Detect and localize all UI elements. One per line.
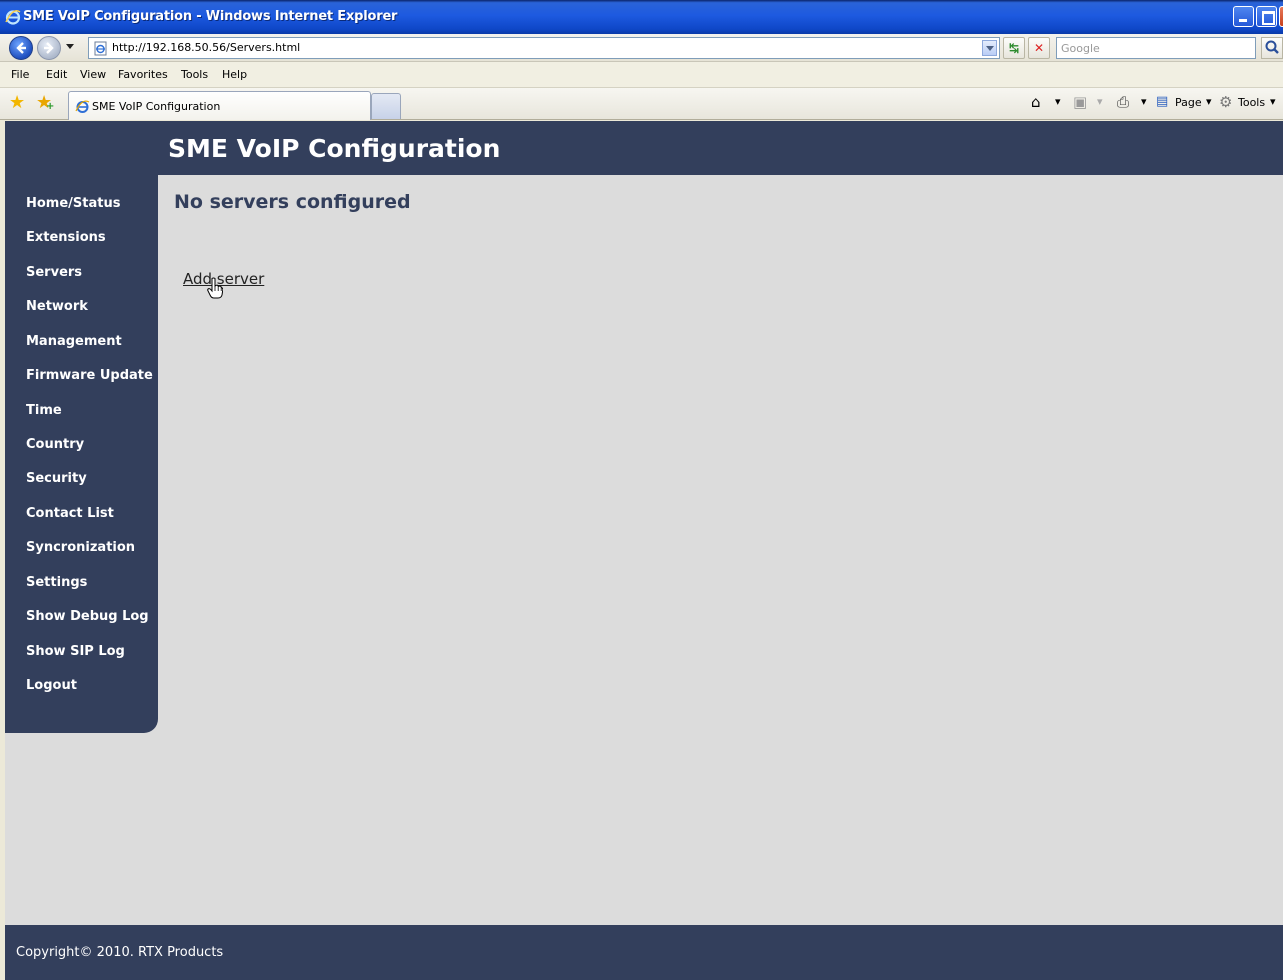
menu-favorites[interactable]: Favorites — [118, 68, 168, 81]
tab-ie-icon — [75, 100, 90, 113]
tools-gear-icon: ⚙ — [1219, 93, 1233, 111]
nav-extensions[interactable]: Extensions — [26, 230, 106, 245]
hand-pointer-cursor-icon — [207, 277, 223, 299]
address-dropdown-button[interactable] — [982, 40, 997, 56]
url-text: http://192.168.50.56/Servers.html — [112, 41, 301, 54]
nav-show-debug-log[interactable]: Show Debug Log — [26, 609, 149, 624]
close-button[interactable] — [1279, 6, 1283, 27]
search-input[interactable]: Google — [1056, 37, 1256, 59]
favorites-center-icon[interactable]: ★ — [9, 94, 25, 112]
nav-security[interactable]: Security — [26, 471, 87, 486]
nav-servers[interactable]: Servers — [26, 265, 82, 280]
home-icon[interactable]: ⌂ — [1031, 94, 1041, 110]
menu-bar: File Edit View Favorites Tools Help — [0, 62, 1283, 88]
menu-view[interactable]: View — [80, 68, 106, 81]
tools-dropdown-icon[interactable]: ▾ — [1270, 95, 1276, 108]
copyright-text: Copyright© 2010. RTX Products — [16, 945, 224, 960]
tab-bar: ★ ★ + SME VoIP Configuration ⌂ ▾ ▣ ▾ ⎙ ▾ … — [0, 88, 1283, 120]
menu-edit[interactable]: Edit — [46, 68, 67, 81]
menu-tools[interactable]: Tools — [181, 68, 208, 81]
recent-pages-dropdown[interactable] — [66, 44, 74, 49]
tab-active[interactable]: SME VoIP Configuration — [68, 91, 371, 120]
menu-help[interactable]: Help — [222, 68, 247, 81]
feeds-dropdown-icon[interactable]: ▾ — [1097, 95, 1103, 108]
print-icon[interactable]: ⎙ — [1117, 94, 1129, 110]
tab-label: SME VoIP Configuration — [92, 100, 221, 113]
browser-window: SME VoIP Configuration - Windows Interne… — [0, 0, 1283, 980]
search-placeholder: Google — [1061, 42, 1100, 55]
page-header: SME VoIP Configuration — [5, 121, 1283, 175]
stop-button[interactable]: ✕ — [1028, 37, 1050, 59]
search-button[interactable] — [1261, 37, 1283, 59]
back-button[interactable] — [9, 36, 33, 60]
minimize-button[interactable] — [1233, 6, 1254, 27]
nav-country[interactable]: Country — [26, 437, 84, 452]
print-dropdown-icon[interactable]: ▾ — [1141, 95, 1147, 108]
nav-time[interactable]: Time — [26, 403, 62, 418]
nav-contact-list[interactable]: Contact List — [26, 506, 114, 521]
address-toolbar: http://192.168.50.56/Servers.html ↹ ✕ Go… — [0, 34, 1283, 62]
feeds-icon[interactable]: ▣ — [1073, 94, 1087, 110]
ie-logo-icon — [5, 10, 21, 25]
page-menu-icon: ▤ — [1156, 94, 1169, 109]
magnifier-icon — [1265, 40, 1279, 54]
nav-management[interactable]: Management — [26, 334, 122, 349]
nav-home-status[interactable]: Home/Status — [26, 196, 120, 211]
page-heading: No servers configured — [174, 191, 411, 213]
title-bar: SME VoIP Configuration - Windows Interne… — [0, 0, 1283, 34]
nav-network[interactable]: Network — [26, 299, 88, 314]
forward-arrow-icon — [44, 42, 54, 54]
nav-settings[interactable]: Settings — [26, 575, 87, 590]
refresh-icon: ↹ — [1008, 41, 1020, 55]
forward-button[interactable] — [37, 36, 61, 60]
stop-icon: ✕ — [1033, 41, 1045, 55]
page-dropdown-icon[interactable]: ▾ — [1206, 95, 1212, 108]
nav-syncronization[interactable]: Syncronization — [26, 540, 135, 555]
add-server-link[interactable]: Add server — [183, 270, 264, 288]
sidebar-nav: Home/Status Extensions Servers Network M… — [5, 175, 158, 733]
page-footer: Copyright© 2010. RTX Products — [5, 925, 1283, 980]
home-dropdown-icon[interactable]: ▾ — [1055, 95, 1061, 108]
tools-menu-button[interactable]: Tools — [1238, 96, 1265, 109]
app-title: SME VoIP Configuration — [168, 134, 501, 163]
page-viewport: SME VoIP Configuration Home/Status Exten… — [5, 121, 1283, 980]
menu-file[interactable]: File — [11, 68, 29, 81]
add-favorites-icon[interactable]: ★ + — [36, 94, 54, 113]
back-arrow-icon — [16, 42, 26, 54]
page-icon — [94, 41, 107, 56]
restore-button[interactable] — [1256, 6, 1277, 27]
address-bar[interactable]: http://192.168.50.56/Servers.html — [88, 37, 1000, 59]
nav-show-sip-log[interactable]: Show SIP Log — [26, 644, 125, 659]
window-title: SME VoIP Configuration - Windows Interne… — [23, 9, 398, 24]
new-tab-button[interactable] — [371, 93, 401, 119]
refresh-button[interactable]: ↹ — [1003, 37, 1025, 59]
page-menu-button[interactable]: Page — [1175, 96, 1202, 109]
nav-logout[interactable]: Logout — [26, 678, 77, 693]
nav-firmware-update[interactable]: Firmware Update — [26, 368, 153, 383]
